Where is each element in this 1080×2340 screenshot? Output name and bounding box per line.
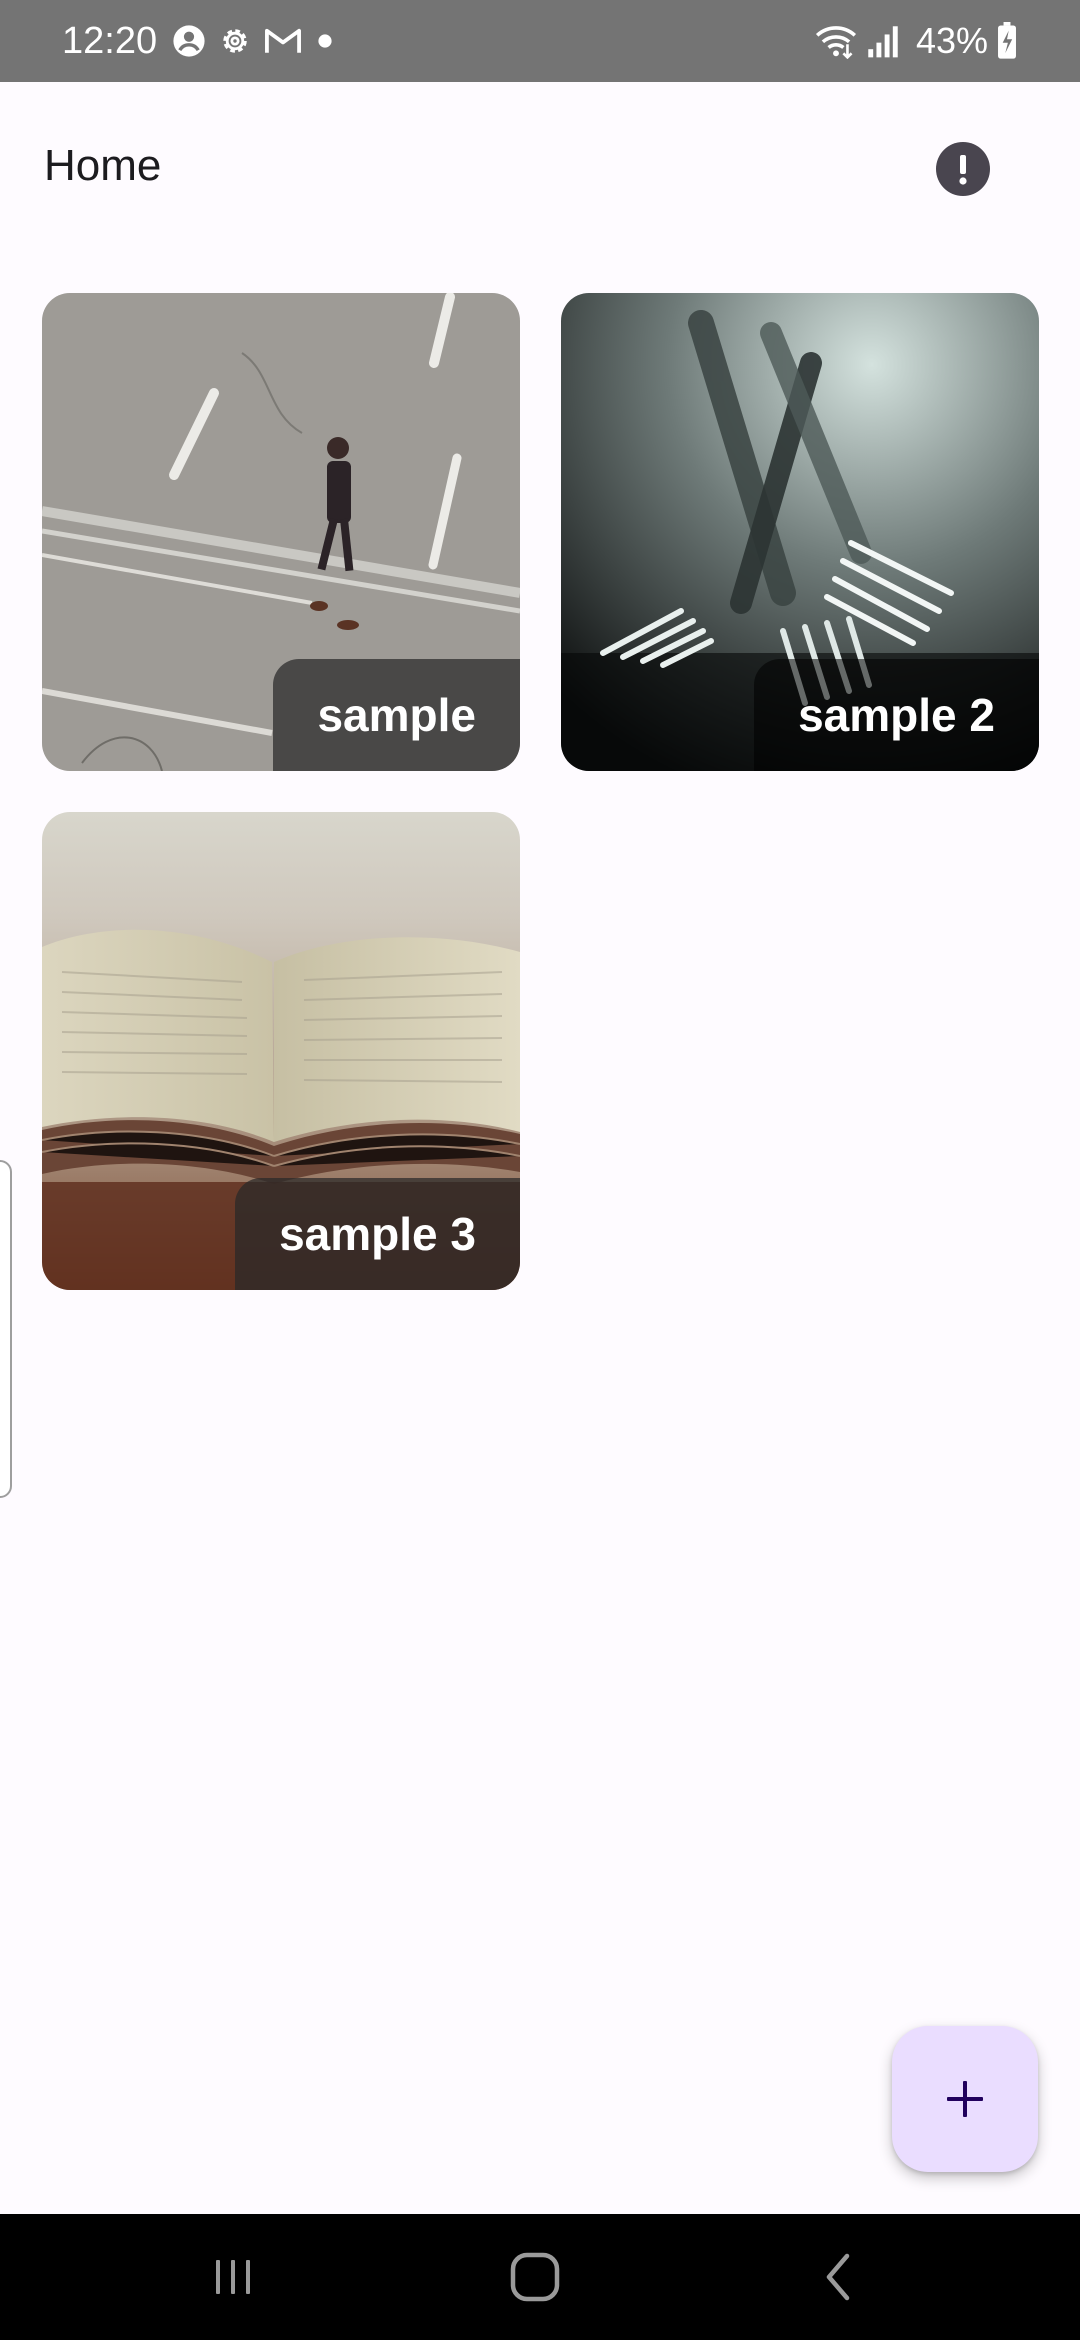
recents-button[interactable]	[188, 2242, 278, 2312]
status-time: 12:20	[62, 20, 158, 62]
card-label: sample	[317, 689, 476, 741]
card-label-box: sample 3	[235, 1178, 520, 1290]
battery-percentage: 43%	[915, 20, 988, 61]
card-label-box: sample	[273, 659, 520, 771]
image-card-sample[interactable]: sample	[42, 293, 520, 771]
gmail-icon	[265, 28, 301, 53]
image-card-sample-2[interactable]: sample 2	[561, 293, 1039, 771]
card-label: sample 3	[279, 1208, 476, 1260]
top-app-bar: Home	[0, 82, 1080, 250]
info-alert-icon	[959, 155, 967, 185]
back-icon	[826, 2253, 850, 2301]
add-fab-button[interactable]	[892, 2026, 1038, 2172]
signal-icon	[868, 26, 898, 58]
status-bar: 12:20 43%	[0, 0, 1080, 82]
card-label: sample 2	[798, 689, 995, 741]
account-circle-icon	[173, 25, 205, 57]
battery-charging-icon	[998, 22, 1016, 59]
screen: 12:20 43% Home sample sample 2 sample 3	[0, 0, 1080, 2340]
card-label-box: sample 2	[754, 659, 1039, 771]
edge-panel-handle[interactable]	[0, 1160, 12, 1498]
system-navigation-bar	[0, 2214, 1080, 2340]
status-system-icons: 43%	[814, 18, 1018, 64]
status-notification-icons	[172, 22, 336, 60]
back-button[interactable]	[794, 2242, 884, 2312]
home-button[interactable]	[490, 2242, 580, 2312]
wifi-icon	[815, 26, 856, 59]
settings-gear-icon	[223, 29, 247, 53]
recents-icon	[216, 2260, 250, 2294]
page-title: Home	[44, 141, 162, 190]
home-icon	[510, 2252, 560, 2302]
plus-icon	[947, 2081, 983, 2117]
info-button[interactable]	[936, 142, 990, 196]
image-card-sample-3[interactable]: sample 3	[42, 812, 520, 1290]
notification-dot-icon	[318, 34, 332, 48]
